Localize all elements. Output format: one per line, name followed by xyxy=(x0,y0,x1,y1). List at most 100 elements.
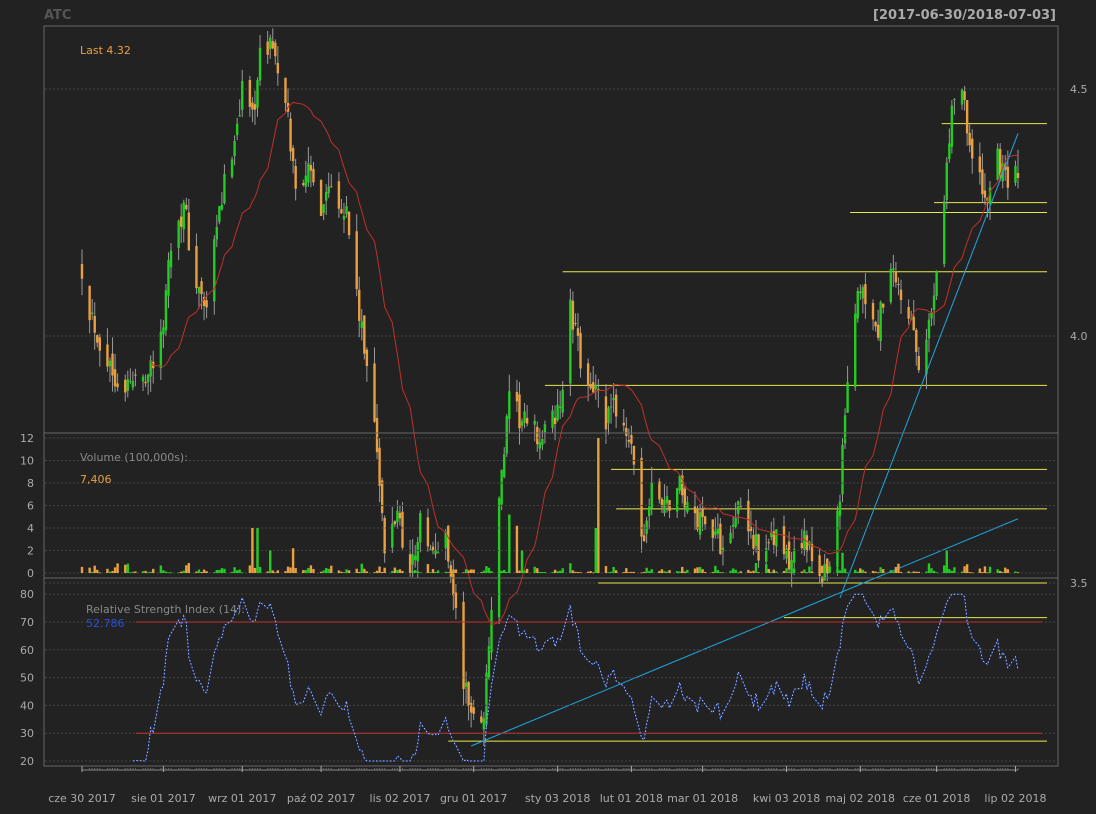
candle-body xyxy=(739,506,742,508)
candle-body xyxy=(337,181,341,209)
volume-bar xyxy=(716,570,720,573)
volume-bar xyxy=(576,571,580,573)
candle-body xyxy=(627,440,631,442)
volume-bar xyxy=(480,572,483,574)
candle-body xyxy=(162,327,165,335)
volume-bar xyxy=(355,568,358,573)
volume-bar xyxy=(734,569,737,573)
candle-body xyxy=(88,286,91,321)
volume-bar xyxy=(737,572,740,574)
rsi-y-tick-label: 30 xyxy=(20,727,34,740)
candle-body xyxy=(505,416,508,454)
volume-bar xyxy=(365,571,369,573)
candle-body xyxy=(523,411,526,423)
volume-bar xyxy=(739,571,742,573)
volume-bar xyxy=(294,568,297,573)
x-tick-label: wrz 01 2017 xyxy=(208,792,276,805)
candle-body xyxy=(205,300,208,308)
volume-bar xyxy=(841,552,844,573)
candle-body xyxy=(553,417,557,425)
candle-body xyxy=(187,212,191,251)
volume-bar xyxy=(159,565,163,573)
volume-bar xyxy=(988,566,992,573)
candle-body xyxy=(93,315,96,333)
candle-body xyxy=(625,427,628,436)
volume-bar xyxy=(594,528,597,573)
volume-bar xyxy=(271,570,274,573)
candle-body xyxy=(167,260,170,296)
volume-last-value: 7,406 xyxy=(80,473,112,486)
candle-body xyxy=(146,374,150,383)
candle-body xyxy=(647,506,651,517)
candle-body xyxy=(213,239,216,302)
candle-body xyxy=(487,646,491,678)
candle-body xyxy=(116,383,119,388)
chart-window: ATC [2017-06-30/2018-07-03] 3.5 4.0 4.5 La… xyxy=(0,0,1096,810)
candle-body xyxy=(271,41,274,49)
volume-bar xyxy=(998,570,1002,573)
volume-bar xyxy=(286,566,290,573)
volume-bar xyxy=(800,571,804,573)
volume-bar xyxy=(678,571,681,573)
candle-body xyxy=(965,100,969,134)
x-tick-label: sie 01 2017 xyxy=(131,792,196,805)
volume-bar xyxy=(729,570,732,573)
candle-body xyxy=(378,447,381,486)
volume-bar xyxy=(764,564,768,573)
candle-body xyxy=(518,394,521,429)
volume-bar xyxy=(731,568,735,573)
volume-bar xyxy=(302,570,305,573)
volume-bar xyxy=(373,572,376,573)
volume-bar xyxy=(177,572,180,574)
volume-bar xyxy=(647,571,651,573)
candle-body xyxy=(640,457,643,537)
candle-body xyxy=(876,324,880,338)
volume-bar xyxy=(429,572,432,573)
volume-bar xyxy=(449,572,453,574)
candle-body xyxy=(482,718,486,730)
candle-body xyxy=(179,216,183,227)
volume-bar xyxy=(411,571,414,573)
candle-body xyxy=(177,220,180,249)
volume-bar xyxy=(836,568,839,573)
volume-bar xyxy=(98,572,102,574)
candle-body xyxy=(734,517,737,527)
candle-body xyxy=(383,517,386,554)
volume-bar xyxy=(213,572,216,574)
volume-bar xyxy=(965,564,969,573)
candle-body xyxy=(841,444,844,495)
volume-bar xyxy=(391,571,394,573)
volume-bar xyxy=(948,569,951,573)
volume-y-tick-label: 12 xyxy=(20,432,34,445)
candle-body xyxy=(324,191,328,201)
candle-body xyxy=(365,349,369,367)
volume-bar xyxy=(675,571,679,573)
candle-body xyxy=(932,295,936,310)
volume-bar xyxy=(592,572,595,574)
candle-body xyxy=(945,162,948,200)
rsi-y-tick-label: 70 xyxy=(20,616,34,629)
volume-bar xyxy=(538,571,542,573)
candle-body xyxy=(241,81,244,110)
candle-body xyxy=(897,284,900,286)
candle-body xyxy=(787,541,791,570)
volume-bar xyxy=(1006,569,1010,573)
volume-bar xyxy=(770,571,773,573)
volume-bar xyxy=(785,568,788,573)
candle-body xyxy=(983,190,987,198)
volume-bar xyxy=(909,572,913,574)
candle-body xyxy=(144,381,147,384)
volume-bar xyxy=(202,569,206,573)
volume-bar xyxy=(622,572,625,573)
x-tick-label: lip 02 2018 xyxy=(984,792,1046,805)
candle-body xyxy=(861,287,865,299)
candle-body xyxy=(360,321,363,328)
background xyxy=(0,0,1096,810)
rsi-y-tick-label: 80 xyxy=(20,588,34,601)
candle-body xyxy=(413,555,417,560)
candle-body xyxy=(515,391,519,402)
volume-bar xyxy=(363,568,366,573)
volume-bar xyxy=(818,568,821,573)
candle-body xyxy=(309,165,313,171)
volume-bar xyxy=(312,568,315,573)
